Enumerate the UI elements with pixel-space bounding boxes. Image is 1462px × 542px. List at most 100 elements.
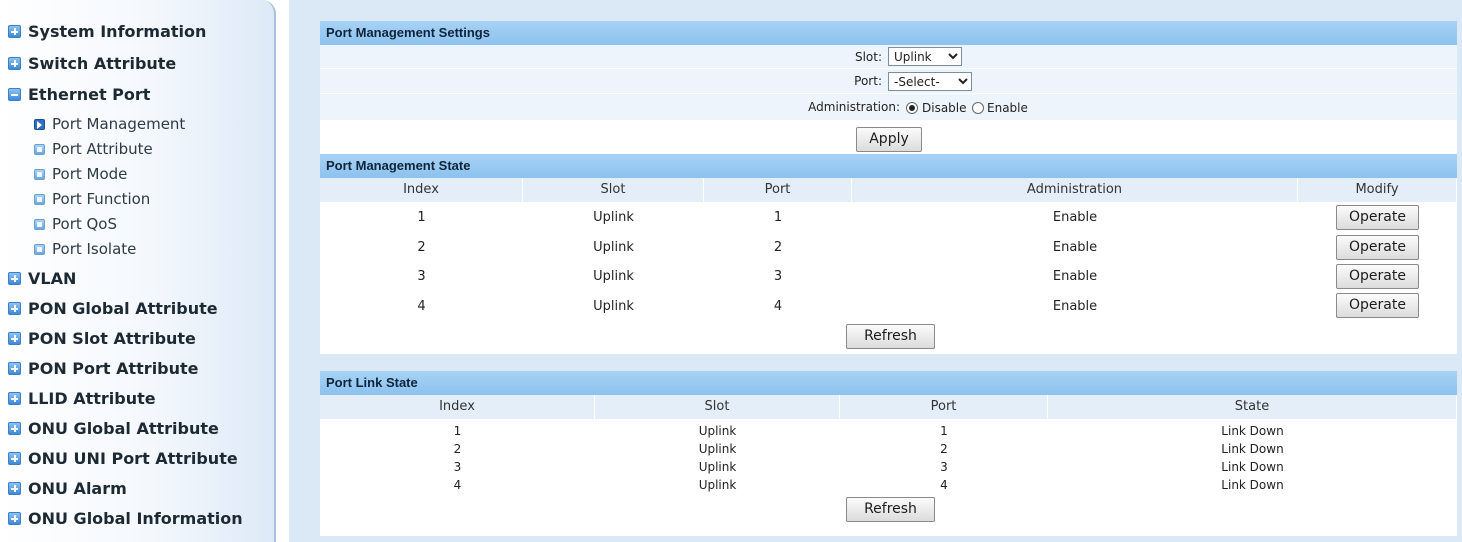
- disable-radio[interactable]: [906, 102, 918, 114]
- sidebar-item-label: Switch Attribute: [28, 54, 177, 73]
- plus-box-icon: [8, 302, 21, 315]
- refresh-link-button[interactable]: Refresh: [846, 497, 935, 522]
- link-col-port: Port: [840, 395, 1048, 419]
- index-cell: 1: [453, 424, 462, 438]
- state-cell: Link Down: [1221, 460, 1284, 474]
- index-cell: 3: [417, 269, 426, 284]
- slot-row: Slot: Uplink: [320, 45, 1457, 69]
- sidebar-item-label: VLAN: [28, 269, 77, 288]
- state-cell: Link Down: [1221, 442, 1284, 456]
- sidebar-subitem-port-isolate[interactable]: Port Isolate: [34, 240, 136, 258]
- sidebar-item-pon-slot-attribute[interactable]: PON Slot Attribute: [8, 329, 196, 348]
- administration-cell: Enable: [1052, 240, 1098, 255]
- state-col-slot: Slot: [523, 178, 704, 202]
- slot-select[interactable]: Uplink: [888, 47, 962, 66]
- sidebar-item-label: PON Slot Attribute: [28, 329, 196, 348]
- page-icon: [34, 243, 45, 255]
- sidebar-item-label: System Information: [28, 22, 207, 41]
- sidebar-item-onu-uni-port-attribute[interactable]: ONU UNI Port Attribute: [8, 449, 238, 468]
- enable-radio[interactable]: [972, 102, 984, 114]
- operate-button[interactable]: Operate: [1336, 264, 1419, 289]
- operate-button[interactable]: Operate: [1336, 205, 1419, 230]
- state-col-modify: Modify: [1298, 178, 1457, 202]
- sidebar-item-pon-global-attribute[interactable]: PON Global Attribute: [8, 299, 218, 318]
- main-content: Port Management Settings Slot: Uplink Po…: [289, 0, 1462, 542]
- state-header: Port Management State: [320, 154, 1457, 178]
- sidebar-subitem-label: Port QoS: [52, 215, 118, 233]
- slot-cell: Uplink: [593, 240, 634, 255]
- plus-box-icon: [8, 362, 21, 375]
- index-cell: 3: [453, 460, 462, 474]
- port-cell: 2: [940, 442, 948, 456]
- index-cell: 4: [417, 299, 426, 314]
- refresh-state-button[interactable]: Refresh: [846, 324, 935, 349]
- disable-option-label: Disable: [922, 101, 967, 115]
- slot-cell: Uplink: [698, 442, 737, 456]
- sidebar-item-system-information[interactable]: System Information: [8, 22, 206, 41]
- plus-box-icon: [8, 392, 21, 405]
- slot-label: Slot:: [854, 50, 882, 64]
- arrow-right-icon: [34, 118, 45, 130]
- port-cell: 4: [940, 478, 948, 492]
- apply-button[interactable]: Apply: [856, 127, 922, 152]
- operate-button[interactable]: Operate: [1336, 235, 1419, 260]
- link-state-header: Port Link State: [320, 371, 1457, 395]
- administration-cell: Enable: [1052, 269, 1098, 284]
- port-management-panel: Port Management Settings Slot: Uplink Po…: [320, 21, 1457, 354]
- page-icon: [34, 168, 45, 180]
- page-icon: [34, 218, 45, 230]
- port-cell: 3: [940, 460, 948, 474]
- slot-cell: Uplink: [593, 269, 634, 284]
- settings-header: Port Management Settings: [320, 21, 1457, 45]
- page-icon: [34, 193, 45, 205]
- sidebar-subitem-label: Port Isolate: [52, 240, 137, 258]
- slot-cell: Uplink: [698, 460, 737, 474]
- port-label: Port:: [854, 74, 882, 88]
- sidebar-subitem-label: Port Management: [52, 115, 186, 133]
- state-col-administration: Administration: [852, 178, 1298, 202]
- index-cell: 2: [453, 442, 462, 456]
- slot-cell: Uplink: [698, 424, 737, 438]
- sidebar-nav: System Information Switch Attribute Ethe…: [0, 0, 276, 542]
- port-row: Port: -Select-: [320, 69, 1457, 94]
- sidebar-item-label: ONU Alarm: [28, 479, 127, 498]
- link-col-state: State: [1048, 395, 1457, 419]
- port-select[interactable]: -Select-: [888, 72, 972, 91]
- sidebar-item-label: ONU Global Attribute: [28, 419, 219, 438]
- sidebar-item-label: PON Global Attribute: [28, 299, 218, 318]
- sidebar-item-label: ONU Global Information: [28, 509, 243, 528]
- plus-box-icon: [8, 422, 21, 435]
- sidebar-item-vlan[interactable]: VLAN: [8, 269, 76, 288]
- state-col-port: Port: [704, 178, 852, 202]
- port-link-state-panel: Port Link State Index Slot Port State 1 …: [320, 371, 1457, 536]
- plus-box-icon: [8, 272, 21, 285]
- sidebar-item-label: ONU UNI Port Attribute: [28, 449, 238, 468]
- sidebar-subitem-port-management[interactable]: Port Management: [34, 115, 185, 133]
- state-cell: Link Down: [1221, 478, 1284, 492]
- sidebar-item-llid-attribute[interactable]: LLID Attribute: [8, 389, 156, 408]
- sidebar-subitem-label: Port Function: [52, 190, 151, 208]
- sidebar-item-onu-global-information[interactable]: ONU Global Information: [8, 509, 243, 528]
- sidebar-subitem-port-attribute[interactable]: Port Attribute: [34, 140, 153, 158]
- administration-row: Administration: Disable Enable: [320, 94, 1457, 121]
- page-icon: [34, 143, 45, 155]
- index-cell: 1: [417, 210, 426, 225]
- plus-box-icon: [8, 452, 21, 465]
- slot-cell: Uplink: [593, 299, 634, 314]
- sidebar-item-onu-global-attribute[interactable]: ONU Global Attribute: [8, 419, 219, 438]
- sidebar-item-ethernet-port[interactable]: Ethernet Port: [8, 85, 150, 104]
- port-cell: 1: [773, 210, 783, 225]
- sidebar-item-pon-port-attribute[interactable]: PON Port Attribute: [8, 359, 199, 378]
- sidebar-subitem-label: Port Attribute: [52, 140, 153, 158]
- sidebar-item-onu-alarm[interactable]: ONU Alarm: [8, 479, 127, 498]
- port-cell: 2: [773, 240, 783, 255]
- operate-button[interactable]: Operate: [1336, 293, 1419, 318]
- sidebar-item-switch-attribute[interactable]: Switch Attribute: [8, 54, 176, 73]
- sidebar-subitem-label: Port Mode: [52, 165, 128, 183]
- sidebar-subitem-port-mode[interactable]: Port Mode: [34, 165, 127, 183]
- sidebar-subitem-port-function[interactable]: Port Function: [34, 190, 150, 208]
- link-col-slot: Slot: [595, 395, 840, 419]
- state-col-index: Index: [320, 178, 523, 202]
- sidebar-subitem-port-qos[interactable]: Port QoS: [34, 215, 117, 233]
- plus-box-icon: [8, 482, 21, 495]
